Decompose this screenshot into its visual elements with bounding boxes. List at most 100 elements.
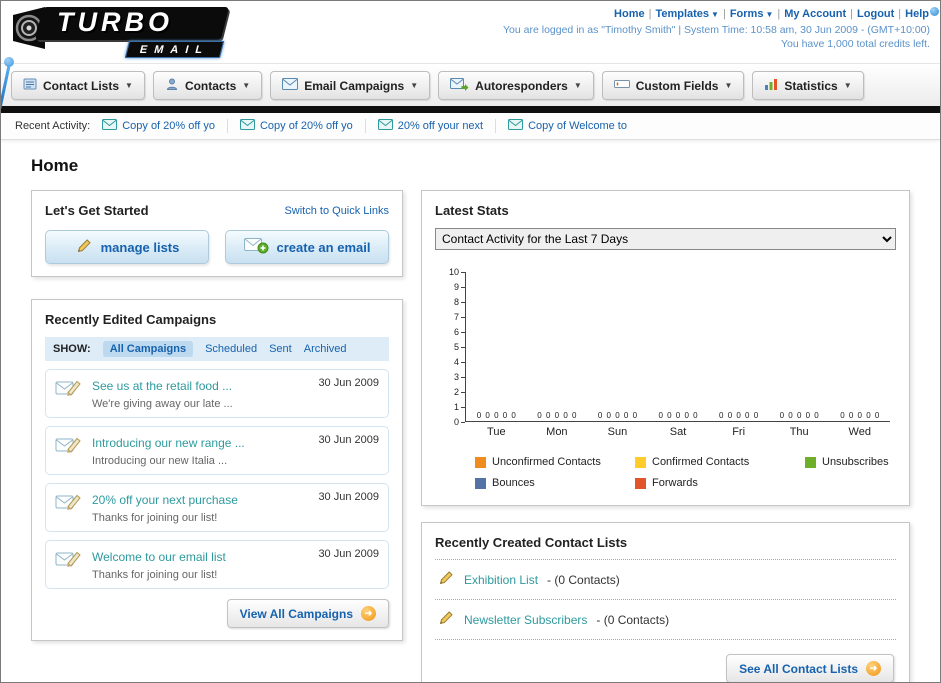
input-field-icon	[613, 78, 630, 93]
top-link-logout[interactable]: Logout	[857, 8, 894, 20]
envelope-icon	[282, 78, 299, 93]
chart-legend: Unconfirmed Contacts Confirmed Contacts …	[475, 456, 890, 489]
campaign-link[interactable]: See us at the retail food ...	[92, 379, 232, 393]
header: TURBO EMAIL Home | Templates ▼ | Forms ▼ | My Ac…	[1, 1, 940, 63]
main-nav: Contact Lists ▼ Contacts ▼ Email Campaig…	[1, 63, 940, 106]
envelope-arrow-icon	[450, 77, 469, 94]
tab-custom-fields[interactable]: Custom Fields ▼	[601, 71, 745, 100]
recent-campaigns-panel: Recently Edited Campaigns SHOW: All Camp…	[31, 299, 403, 641]
chart-groups: 0 0 0 0 00 0 0 0 00 0 0 0 00 0 0 0 00 0 …	[476, 411, 880, 420]
tab-autoresponders[interactable]: Autoresponders ▼	[438, 71, 594, 100]
legend-swatch	[635, 477, 646, 489]
app-window: TURBO EMAIL Home | Templates ▼ | Forms ▼ | My Ac…	[0, 0, 941, 683]
filter-tab-scheduled[interactable]: Scheduled	[205, 343, 257, 355]
top-link-help[interactable]: Help	[905, 8, 929, 20]
switch-quick-links-link[interactable]: Switch to Quick Links	[284, 205, 389, 217]
top-link-my-account[interactable]: My Account	[784, 8, 846, 20]
arrow-right-icon: ➜	[866, 661, 881, 676]
filter-tab-all-campaigns[interactable]: All Campaigns	[102, 341, 194, 357]
recent-activity-item[interactable]: Copy of Welcome to	[508, 119, 639, 133]
legend-item: Confirmed Contacts	[635, 456, 805, 468]
campaign-link[interactable]: Welcome to our email list	[92, 550, 226, 564]
pencil-icon	[75, 237, 93, 258]
legend-item: Forwards	[635, 477, 805, 489]
recent-activity-bar: Recent Activity: Copy of 20% off yo Copy…	[1, 113, 940, 140]
legend-item: Unconfirmed Contacts	[475, 456, 635, 468]
legend-label: Forwards	[652, 477, 698, 489]
manage-lists-button[interactable]: manage lists	[45, 230, 209, 264]
page-title: Home	[31, 156, 79, 175]
contact-list-count: - (0 Contacts)	[596, 612, 670, 627]
create-email-button[interactable]: create an email	[225, 230, 389, 264]
envelope-pencil-icon	[55, 377, 83, 404]
envelope-icon	[508, 119, 524, 133]
contact-list-link[interactable]: Newsletter Subscribers	[464, 613, 587, 627]
tab-contacts[interactable]: Contacts ▼	[152, 71, 263, 100]
tab-email-campaigns[interactable]: Email Campaigns ▼	[270, 71, 431, 100]
chart-x-labels: Tue Mon Sun Sat Fri Thu Wed	[487, 426, 871, 438]
chevron-down-icon: ▼	[410, 81, 419, 90]
chevron-down-icon: ▼	[765, 9, 774, 19]
pencil-icon	[437, 569, 455, 590]
view-all-campaigns-button[interactable]: View All Campaigns ➜	[226, 599, 389, 628]
top-link-forms[interactable]: Forms ▼	[730, 8, 774, 20]
chart-plot-area: 0 0 0 0 00 0 0 0 00 0 0 0 00 0 0 0 00 0 …	[465, 272, 890, 422]
stats-period-select[interactable]: Contact Activity for the Last 7 Days	[435, 228, 896, 250]
envelope-icon	[239, 119, 255, 133]
recent-contact-lists-title: Recently Created Contact Lists	[435, 535, 628, 550]
app-logo[interactable]: TURBO EMAIL	[9, 5, 269, 61]
legend-label: Bounces	[492, 477, 535, 489]
campaign-subtitle: Introducing our new Italia ...	[92, 455, 228, 467]
get-started-panel: Let's Get Started Switch to Quick Links …	[31, 190, 403, 277]
recent-contact-lists-panel: Recently Created Contact Lists Exhibitio…	[421, 522, 910, 682]
login-status-text: You are logged in as "Timothy Smith" | S…	[503, 24, 930, 36]
contact-list-item: Newsletter Subscribers - (0 Contacts)	[435, 600, 896, 640]
main-content: Home Let's Get Started Switch to Quick L…	[1, 140, 940, 682]
legend-label: Unconfirmed Contacts	[492, 456, 601, 468]
campaign-subtitle: Thanks for joining our list!	[92, 569, 218, 581]
recent-activity-item[interactable]: Copy of 20% off yo	[239, 119, 366, 133]
recent-activity-item[interactable]: Copy of 20% off yo	[102, 119, 228, 133]
envelope-icon	[377, 119, 393, 133]
top-link-templates[interactable]: Templates ▼	[655, 8, 719, 20]
stats-chart: 0 1 2 3 4 5 6 7 8 9 10 0 0 0 0 00 0 0 0 00 0 0 0 0…	[439, 267, 890, 489]
logo-text-email: EMAIL	[124, 41, 225, 58]
chevron-down-icon: ▼	[242, 81, 251, 90]
campaign-link[interactable]: 20% off your next purchase	[92, 493, 238, 507]
contact-lists-icon	[23, 77, 37, 94]
tab-contact-lists[interactable]: Contact Lists ▼	[11, 71, 145, 100]
legend-swatch	[635, 456, 646, 468]
filter-tab-sent[interactable]: Sent	[269, 343, 292, 355]
legend-item: Bounces	[475, 477, 635, 489]
contact-list-link[interactable]: Exhibition List	[464, 573, 538, 587]
contact-list-item: Exhibition List - (0 Contacts)	[435, 560, 896, 600]
chevron-down-icon: ▼	[843, 81, 852, 90]
recent-activity-item[interactable]: 20% off your next	[377, 119, 497, 133]
tab-statistics[interactable]: Statistics ▼	[752, 71, 864, 100]
campaign-list-item: Introducing our new range ... Introducin…	[45, 426, 389, 475]
envelope-plus-icon	[243, 237, 269, 257]
see-all-contact-lists-button[interactable]: See All Contact Lists ➜	[726, 654, 894, 682]
recent-activity-label: Recent Activity:	[15, 120, 91, 132]
chevron-down-icon: ▼	[724, 81, 733, 90]
legend-label: Unsubscribes	[822, 456, 889, 468]
top-nav: Home | Templates ▼ | Forms ▼ | My Account | Logout…	[614, 8, 929, 20]
nav-divider-bar	[1, 106, 940, 113]
contact-list-count: - (0 Contacts)	[547, 572, 620, 587]
campaign-date: 30 Jun 2009	[318, 491, 379, 503]
legend-swatch	[805, 456, 816, 468]
filter-tab-archived[interactable]: Archived	[304, 343, 347, 355]
chevron-down-icon: ▼	[125, 81, 133, 90]
chart-y-axis: 0 1 2 3 4 5 6 7 8 9 10	[439, 267, 465, 427]
pencil-icon	[437, 609, 455, 630]
legend-label: Confirmed Contacts	[652, 456, 750, 468]
latest-stats-title: Latest Stats	[435, 203, 509, 218]
credits-status-text: You have 1,000 total credits left.	[780, 38, 930, 50]
campaign-link[interactable]: Introducing our new range ...	[92, 436, 245, 450]
campaign-list-item: See us at the retail food ... We're givi…	[45, 369, 389, 418]
campaign-date: 30 Jun 2009	[318, 434, 379, 446]
top-link-home[interactable]: Home	[614, 8, 645, 20]
campaign-subtitle: Thanks for joining our list!	[92, 512, 218, 524]
logo-text-turbo: TURBO	[57, 7, 173, 37]
get-started-title: Let's Get Started	[45, 203, 149, 218]
